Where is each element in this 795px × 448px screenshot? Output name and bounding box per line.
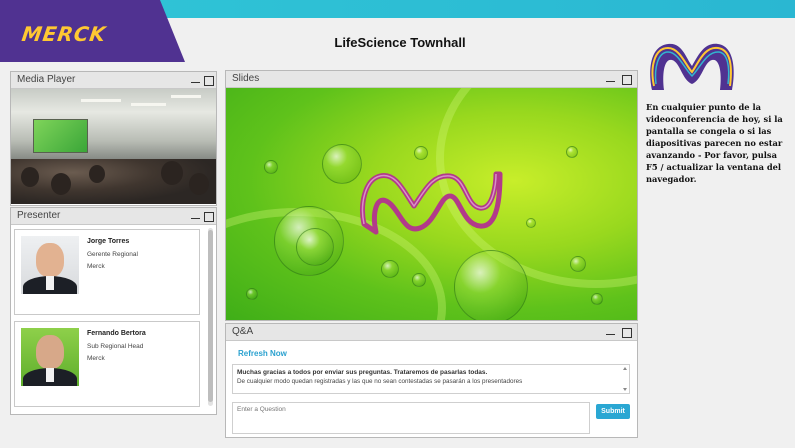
slide-bubble bbox=[246, 288, 258, 300]
presenter-photo bbox=[21, 328, 79, 386]
audience-head bbox=[89, 165, 105, 183]
slide-display bbox=[226, 88, 637, 320]
refresh-now-link[interactable]: Refresh Now bbox=[238, 349, 287, 358]
ceiling-light bbox=[171, 95, 201, 98]
audience bbox=[11, 159, 216, 204]
presenter-card: Fernando Bertora Sub Regional Head Merck bbox=[14, 321, 200, 407]
refresh-instructions: En cualquier punto de la videoconferenci… bbox=[646, 102, 783, 184]
qa-panel-title: Q&A bbox=[232, 326, 254, 337]
slide-bubble bbox=[591, 293, 603, 305]
media-player-title: Media Player bbox=[17, 74, 76, 85]
presenter-role: Gerente Regional bbox=[87, 251, 138, 258]
answers-box[interactable]: Muchas gracias a todos por enviar sus pr… bbox=[232, 364, 630, 394]
presenter-company: Merck bbox=[87, 355, 105, 362]
presenter-company: Merck bbox=[87, 263, 105, 270]
slide-bubble bbox=[264, 160, 278, 174]
projection-screen bbox=[33, 119, 88, 153]
presenter-role: Sub Regional Head bbox=[87, 343, 144, 350]
slide-bubble bbox=[296, 228, 334, 266]
maximize-icon[interactable] bbox=[622, 328, 632, 338]
answer-text-bold: Muchas gracias a todos por enviar sus pr… bbox=[237, 369, 488, 376]
ceiling-light bbox=[81, 99, 121, 102]
slide-bubble bbox=[566, 146, 578, 158]
submit-button[interactable]: Submit bbox=[596, 404, 630, 419]
slide-m-logo-icon bbox=[360, 171, 503, 235]
audience-head bbox=[21, 167, 39, 187]
minimize-icon[interactable] bbox=[606, 326, 615, 335]
presenter-panel-title: Presenter bbox=[17, 210, 61, 221]
minimize-icon[interactable] bbox=[191, 74, 200, 83]
slide-bubble bbox=[570, 256, 586, 272]
slide-bubble bbox=[412, 273, 426, 287]
audience-head bbox=[189, 173, 209, 195]
brand-tab: MERCK bbox=[0, 0, 185, 62]
presenter-photo bbox=[21, 236, 79, 294]
presenter-header: Presenter bbox=[11, 208, 216, 225]
audience-head bbox=[51, 173, 71, 195]
answer-text: De cualquier modo quedan registradas y l… bbox=[237, 378, 523, 385]
slide-bubble bbox=[414, 146, 428, 160]
presenter-list: Jorge Torres Gerente Regional Merck Fern… bbox=[14, 228, 207, 408]
scroll-arrows-icon[interactable] bbox=[622, 366, 628, 392]
slide-bubble bbox=[454, 250, 528, 320]
page-title: LifeScience Townhall bbox=[334, 35, 466, 50]
maximize-icon[interactable] bbox=[622, 75, 632, 85]
qa-panel: Q&A Refresh Now Muchas gracias a todos p… bbox=[225, 323, 638, 438]
brand-logo: MERCK bbox=[20, 22, 108, 46]
slides-header: Slides bbox=[226, 71, 637, 88]
presenter-name: Fernando Bertora bbox=[87, 330, 146, 337]
slides-panel: Slides bbox=[225, 70, 638, 321]
minimize-icon[interactable] bbox=[191, 210, 200, 219]
maximize-icon[interactable] bbox=[204, 212, 214, 222]
slide-bubble bbox=[381, 260, 399, 278]
scrollbar-thumb[interactable] bbox=[208, 230, 213, 402]
question-input[interactable] bbox=[232, 402, 590, 434]
presenter-name: Jorge Torres bbox=[87, 238, 130, 245]
maximize-icon[interactable] bbox=[204, 76, 214, 86]
media-player-panel: Media Player bbox=[10, 71, 217, 206]
qa-header: Q&A bbox=[226, 324, 637, 341]
slide-bubble bbox=[526, 218, 536, 228]
slides-panel-title: Slides bbox=[232, 73, 260, 84]
audience-head bbox=[161, 161, 183, 185]
minimize-icon[interactable] bbox=[606, 73, 615, 82]
video-stream[interactable] bbox=[11, 89, 216, 204]
ceiling-light bbox=[131, 103, 166, 106]
merck-m-logo-icon bbox=[650, 43, 734, 90]
cyan-header-bar bbox=[150, 0, 795, 18]
media-player-header: Media Player bbox=[11, 72, 216, 89]
presenter-panel: Presenter Jorge Torres Gerente Regional … bbox=[10, 207, 217, 415]
presenter-card: Jorge Torres Gerente Regional Merck bbox=[14, 229, 200, 315]
presenter-scrollbar[interactable] bbox=[208, 228, 213, 406]
